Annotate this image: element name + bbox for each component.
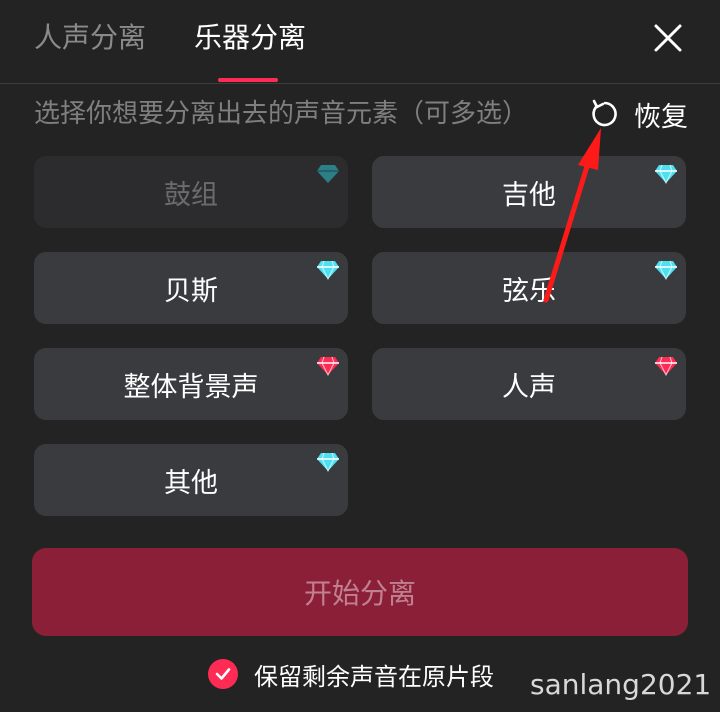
option-other[interactable]: 其他 <box>34 444 348 516</box>
refresh-icon <box>592 99 617 127</box>
option-bass[interactable]: 贝斯 <box>34 252 348 324</box>
pink-diamond-icon <box>317 356 339 376</box>
option-label: 吉他 <box>502 179 556 211</box>
keep-original-label: 保留剩余声音在原片段 <box>254 662 494 691</box>
option-drums: 鼓组 <box>34 156 348 228</box>
option-label: 人声 <box>502 371 556 403</box>
option-strings[interactable]: 弦乐 <box>372 252 686 324</box>
pink-diamond-icon <box>655 356 677 376</box>
active-tab-indicator <box>218 78 278 82</box>
cyan-diamond-icon <box>655 260 677 280</box>
option-label: 弦乐 <box>502 275 556 307</box>
tab-bar: 人声分离 乐器分离 <box>0 0 720 84</box>
option-label: 其他 <box>164 467 218 499</box>
audio-separation-panel: 人声分离 乐器分离 选择你想要分离出去的声音元素（可多选） 恢复 鼓组 吉他 贝… <box>0 0 720 712</box>
option-label: 贝斯 <box>164 275 218 307</box>
cyan-diamond-icon <box>317 260 339 280</box>
close-icon[interactable] <box>648 18 688 58</box>
keep-original-checkbox[interactable]: 保留剩余声音在原片段 <box>208 656 494 692</box>
checkmark-icon <box>208 659 238 689</box>
cyan-diamond-icon <box>317 452 339 472</box>
start-separation-button[interactable]: 开始分离 <box>32 548 688 636</box>
option-vocals[interactable]: 人声 <box>372 348 686 420</box>
option-background-sound[interactable]: 整体背景声 <box>34 348 348 420</box>
teal-diamond-icon <box>317 165 339 183</box>
restore-label: 恢复 <box>634 101 688 133</box>
option-label: 鼓组 <box>164 179 218 211</box>
tab-vocal-separation[interactable]: 人声分离 <box>34 18 146 58</box>
selection-hint: 选择你想要分离出去的声音元素（可多选） <box>34 99 529 129</box>
restore-button[interactable]: 恢复 <box>588 94 688 134</box>
tab-instrument-separation[interactable]: 乐器分离 <box>194 18 306 58</box>
option-guitar[interactable]: 吉他 <box>372 156 686 228</box>
cyan-diamond-icon <box>655 164 677 184</box>
watermark: sanlang2021 <box>530 668 712 701</box>
option-label: 整体背景声 <box>123 371 259 403</box>
tab-divider <box>0 83 720 84</box>
